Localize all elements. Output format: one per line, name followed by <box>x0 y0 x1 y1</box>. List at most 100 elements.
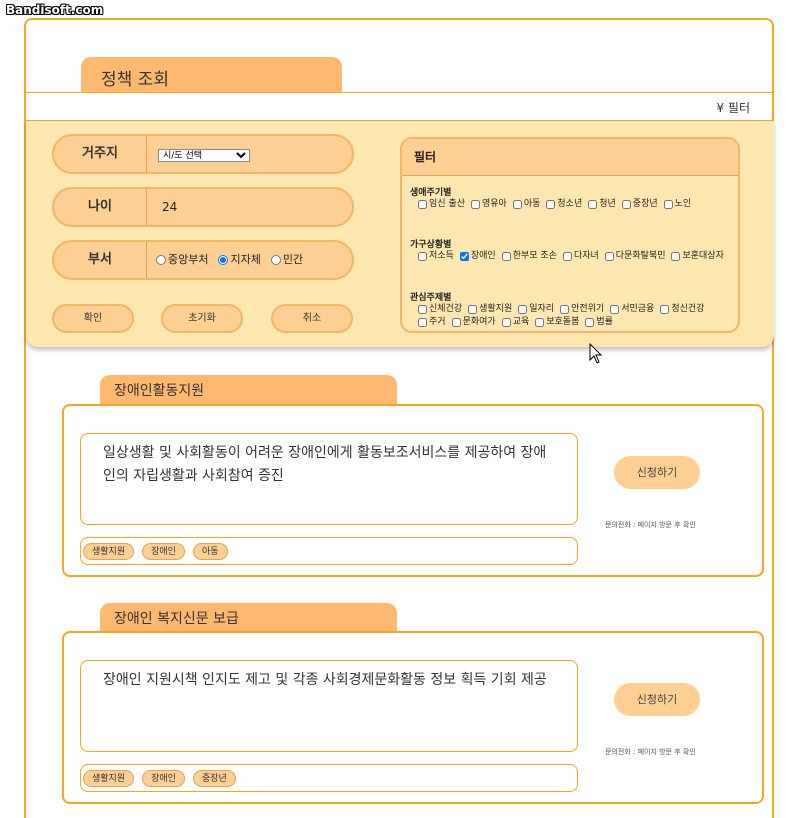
filter-option[interactable]: 안전위기 <box>560 304 604 315</box>
filter-checkbox[interactable] <box>535 318 545 327</box>
filter-option-label: 교육 <box>512 317 530 327</box>
result-tags: 생활지원 장애인 중장년 <box>80 764 578 792</box>
dept-radio-label: 민간 <box>282 253 304 266</box>
filter-checkbox[interactable] <box>459 252 469 261</box>
confirm-button[interactable]: 확인 <box>52 304 134 333</box>
age-field: 나이 24 <box>52 187 354 227</box>
filter-option[interactable]: 저소득 <box>418 251 454 262</box>
filter-checkbox[interactable] <box>663 200 673 209</box>
filter-option[interactable]: 보호돌봄 <box>535 317 579 328</box>
filter-checkbox[interactable] <box>610 305 620 314</box>
tag-badge[interactable]: 생활지원 <box>83 542 135 560</box>
filter-option-label: 안전위기 <box>571 304 605 314</box>
filter-checkbox[interactable] <box>562 252 572 261</box>
tag-badge[interactable]: 생활지원 <box>83 769 135 787</box>
tag-badge[interactable]: 장애인 <box>142 542 185 560</box>
apply-button[interactable]: 신청하기 <box>614 456 700 489</box>
dept-radio[interactable] <box>270 255 281 265</box>
filter-checkbox[interactable] <box>604 252 614 261</box>
filter-option[interactable]: 한부모 조손 <box>501 251 557 262</box>
filter-option[interactable]: 일자리 <box>518 304 554 315</box>
region-select[interactable]: 시/도 선택 <box>158 149 250 162</box>
filter-option[interactable]: 법률 <box>585 317 613 328</box>
dept-radio-option[interactable]: 지자체 <box>218 242 261 278</box>
result-title: 장애인활동지원 <box>100 375 397 405</box>
filter-option[interactable]: 영유아 <box>470 199 507 210</box>
filter-option[interactable]: 아동 <box>512 199 541 210</box>
filter-option[interactable]: 교육 <box>501 317 530 328</box>
filter-checkbox[interactable] <box>671 252 681 261</box>
result-card: 장애인 지원시책 인지도 제고 및 각종 사회경제문화활동 정보 획득 기회 제… <box>62 631 764 804</box>
filter-checkbox[interactable] <box>470 200 480 209</box>
result-description: 장애인 지원시책 인지도 제고 및 각종 사회경제문화활동 정보 획득 기회 제… <box>80 660 578 752</box>
filter-checkbox[interactable] <box>468 305 478 314</box>
filter-option[interactable]: 중장년 <box>621 199 658 210</box>
filter-checkbox[interactable] <box>512 200 522 209</box>
dept-radio-group: 중앙부처 지자체 민간 <box>156 242 303 278</box>
filter-option-label: 일자리 <box>529 304 555 314</box>
reset-button[interactable]: 초기화 <box>161 304 243 333</box>
filter-checkbox[interactable] <box>588 200 598 209</box>
filter-option[interactable]: 신체건강 <box>418 304 462 315</box>
dept-label: 부서 <box>54 242 147 278</box>
filter-option-label: 다자녀 <box>573 251 599 261</box>
contact-info: 문의전화 : 페이지 방문 후 확인 <box>605 748 696 756</box>
filter-option[interactable]: 청년 <box>588 199 616 210</box>
filter-option-label: 보훈대상자 <box>682 251 724 261</box>
filter-option[interactable]: 서민금융 <box>610 304 654 315</box>
filter-checkbox[interactable] <box>418 318 427 327</box>
result-description: 일상생활 및 사회활동이 어려운 장애인에게 활동보조서비스를 제공하여 장애인… <box>80 433 578 525</box>
filter-option[interactable]: 정신건강 <box>660 304 704 315</box>
filter-option[interactable]: 보훈대상자 <box>671 251 724 262</box>
filter-section: 가구상황별 저소득 장애인 한부모 조손 다자녀 다문화탈북민 보훈대상자 <box>410 237 733 262</box>
filter-option-label: 노인 <box>674 199 692 209</box>
filter-checkbox[interactable] <box>418 200 427 209</box>
filter-checkbox[interactable] <box>560 305 570 314</box>
region-field: 거주지 시/도 선택 <box>52 134 354 174</box>
filter-option-label: 문화여가 <box>462 317 496 327</box>
divider <box>26 92 774 93</box>
filter-checkbox[interactable] <box>546 200 556 209</box>
dept-radio-label: 중앙부처 <box>168 253 209 266</box>
dept-radio[interactable] <box>218 255 229 265</box>
tag-badge[interactable]: 아동 <box>192 542 228 560</box>
filter-option-label: 청소년 <box>557 199 583 209</box>
contact-info: 문의전화 : 페이지 방문 후 확인 <box>605 521 696 529</box>
filter-option-label: 보호돌봄 <box>546 317 580 327</box>
filter-checkbox[interactable] <box>660 305 670 314</box>
result-card: 일상생활 및 사회활동이 어려운 장애인에게 활동보조서비스를 제공하여 장애인… <box>62 404 764 577</box>
dept-radio-option[interactable]: 중앙부처 <box>156 242 208 278</box>
filter-checkbox[interactable] <box>501 318 511 327</box>
filter-checkbox[interactable] <box>518 305 528 314</box>
filter-checkbox[interactable] <box>418 252 427 261</box>
filter-checkbox[interactable] <box>621 200 631 209</box>
filter-option[interactable]: 청소년 <box>546 199 582 210</box>
filter-option[interactable]: 임신 출산 <box>418 199 465 210</box>
filter-option[interactable]: 생활지원 <box>468 304 512 315</box>
filter-option[interactable]: 주거 <box>418 317 446 328</box>
tag-badge[interactable]: 장애인 <box>142 769 185 787</box>
tag-badge[interactable]: 중장년 <box>192 769 236 787</box>
dept-radio[interactable] <box>156 255 166 265</box>
filter-option[interactable]: 문화여가 <box>451 317 496 328</box>
apply-button[interactable]: 신청하기 <box>614 683 700 716</box>
filter-checkbox[interactable] <box>418 305 427 314</box>
cancel-button[interactable]: 취소 <box>271 304 353 333</box>
mouse-cursor-icon <box>589 343 603 364</box>
dept-radio-option[interactable]: 민간 <box>270 242 304 278</box>
filter-option[interactable]: 장애인 <box>459 251 496 262</box>
filter-checkbox[interactable] <box>451 318 461 327</box>
filter-checkbox[interactable] <box>501 252 511 261</box>
filter-option[interactable]: 다문화탈북민 <box>604 251 665 262</box>
page-title: 정책 조회 <box>81 57 342 93</box>
filter-checkbox[interactable] <box>585 318 595 327</box>
filter-option-label: 아동 <box>523 199 541 209</box>
age-label: 나이 <box>54 189 147 225</box>
filter-option[interactable]: 노인 <box>663 199 692 210</box>
filter-toggle[interactable]: ¥ 필터 <box>716 99 750 116</box>
filter-option[interactable]: 다자녀 <box>562 251 599 262</box>
filter-option-label: 생활지원 <box>479 304 513 314</box>
filter-section-title: 관심주제별 <box>410 293 452 303</box>
age-input[interactable]: 24 <box>162 189 177 225</box>
filter-option-label: 청년 <box>599 199 616 209</box>
